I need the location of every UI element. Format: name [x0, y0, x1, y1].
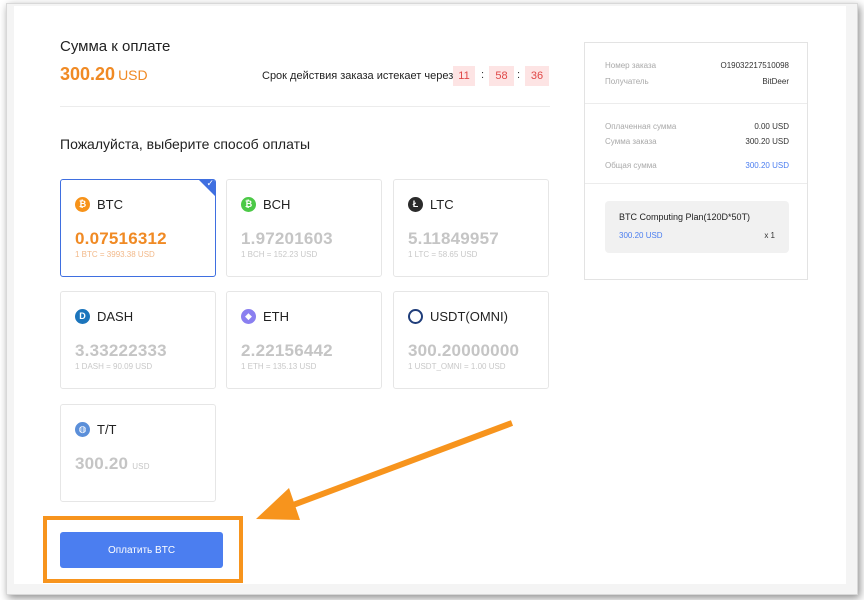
method-name: DASH: [97, 309, 134, 324]
method-name: USDT(OMNI): [430, 309, 508, 324]
sum-value: 300.20 USD: [60, 64, 148, 85]
method-rate: 1 BTC = 3993.38 USD: [75, 250, 155, 259]
paid-row: Оплаченная сумма 0.00 USD: [605, 122, 789, 134]
method-rate: 1 LTC = 58.65 USD: [408, 250, 478, 259]
plan-name: BTC Computing Plan(120D*50T): [619, 212, 751, 222]
pay-button[interactable]: Оплатить BTC: [60, 532, 223, 568]
paid-label: Оплаченная сумма: [605, 122, 677, 131]
method-card-eth[interactable]: ◆ ETH 2.22156442 1 ETH = 135.13 USD: [226, 291, 382, 389]
method-name: BTC: [97, 197, 123, 212]
ethereum-icon: ◆: [241, 309, 256, 324]
order-number-label: Номер заказа: [605, 61, 657, 70]
timer-separator: :: [517, 69, 521, 81]
method-amount: 300.20000000: [408, 341, 520, 360]
bitcoin-cash-icon: ₿: [241, 197, 256, 212]
method-rate: 1 USDT_OMNI = 1.00 USD: [408, 362, 506, 371]
timer-separator: :: [481, 69, 485, 81]
sum-amount: 300.20: [60, 64, 116, 84]
method-amount: 3.33222333: [75, 341, 167, 360]
tt-amount-unit: USD: [132, 462, 150, 471]
order-number-value: O19032217510098: [720, 61, 789, 70]
method-card-tt[interactable]: ◍ T/T 300.20 USD: [60, 404, 216, 502]
dash-icon: D: [75, 309, 90, 324]
summary-divider: [585, 183, 807, 184]
order-sum-value: 300.20 USD: [745, 137, 789, 146]
recipient-row: Получатель BitDeer: [605, 77, 789, 89]
timer-seconds: 36: [525, 66, 549, 86]
method-amount: 1.97201603: [241, 229, 333, 248]
total-value: 300.20 USD: [745, 161, 789, 170]
total-label: Общая сумма: [605, 161, 657, 170]
bitcoin-icon: ₿: [75, 197, 90, 212]
divider: [60, 106, 550, 107]
litecoin-icon: Ł: [408, 197, 423, 212]
tt-amount-value: 300.20: [75, 454, 129, 473]
summary-divider: [585, 103, 807, 104]
order-summary: Номер заказа O19032217510098 Получатель …: [584, 42, 808, 280]
sum-currency: USD: [118, 67, 148, 83]
timer-hours: 11: [453, 66, 475, 86]
method-name: BCH: [263, 197, 291, 212]
method-amount: 0.07516312: [75, 229, 167, 248]
order-sum-row: Сумма заказа 300.20 USD: [605, 137, 789, 149]
plan-price: 300.20 USD: [619, 231, 663, 240]
method-rate: 1 ETH = 135.13 USD: [241, 362, 317, 371]
paid-value: 0.00 USD: [754, 122, 789, 131]
plan-item: BTC Computing Plan(120D*50T) 300.20 USD …: [605, 201, 789, 253]
order-number-row: Номер заказа O19032217510098: [605, 61, 789, 73]
check-icon: ✓: [206, 179, 214, 188]
method-card-usdt-omni[interactable]: USDT(OMNI) 300.20000000 1 USDT_OMNI = 1.…: [393, 291, 549, 389]
method-amount: 5.11849957: [408, 229, 499, 248]
choose-method-title: Пожалуйста, выберите способ оплаты: [60, 136, 311, 152]
method-rate: 1 BCH = 152.23 USD: [241, 250, 318, 259]
method-name: ETH: [263, 309, 289, 324]
method-card-bch[interactable]: ₿ BCH 1.97201603 1 BCH = 152.23 USD: [226, 179, 382, 277]
timer-minutes: 58: [489, 66, 514, 86]
order-sum-label: Сумма заказа: [605, 137, 657, 146]
method-name: LTC: [430, 197, 454, 212]
bank-transfer-icon: ◍: [75, 422, 90, 437]
method-name: T/T: [97, 422, 117, 437]
tether-omni-icon: [408, 309, 423, 324]
sum-label: Сумма к оплате: [60, 38, 171, 55]
expire-text: Срок действия заказа истекает через: [262, 70, 454, 82]
plan-quantity: x 1: [764, 231, 775, 240]
method-amount: 300.20 USD: [75, 454, 150, 474]
method-rate: 1 DASH = 90.09 USD: [75, 362, 153, 371]
total-row: Общая сумма 300.20 USD: [605, 161, 789, 173]
recipient-label: Получатель: [605, 77, 649, 86]
method-card-dash[interactable]: D DASH 3.33222333 1 DASH = 90.09 USD: [60, 291, 216, 389]
recipient-value: BitDeer: [762, 77, 789, 86]
method-card-btc[interactable]: ₿ BTC 0.07516312 1 BTC = 3993.38 USD ✓: [60, 179, 216, 277]
method-card-ltc[interactable]: Ł LTC 5.11849957 1 LTC = 58.65 USD: [393, 179, 549, 277]
method-amount: 2.22156442: [241, 341, 333, 360]
